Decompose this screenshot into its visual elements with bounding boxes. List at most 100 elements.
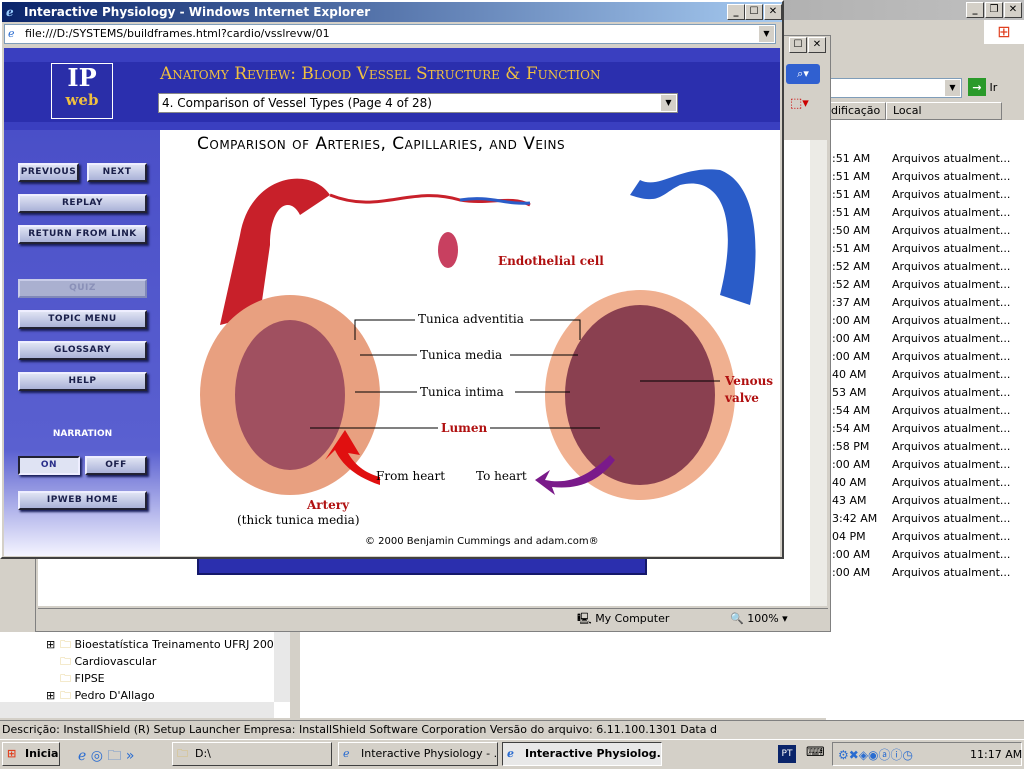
file-row[interactable]: :00 AM Arquivos atualment... bbox=[832, 546, 1010, 564]
file-row[interactable]: :00 AM Arquivos atualment... bbox=[832, 564, 1010, 582]
expand-icon[interactable]: ⊞ bbox=[46, 689, 60, 702]
local-cell: Arquivos atualment... bbox=[892, 422, 1011, 435]
language-indicator[interactable]: PT bbox=[778, 745, 796, 763]
local-cell: Arquivos atualment... bbox=[892, 170, 1011, 183]
address-dropdown-icon[interactable]: ▼ bbox=[759, 26, 774, 42]
explorer-status-bar: Descrição: InstallShield (R) Setup Launc… bbox=[0, 720, 1024, 738]
address-combo[interactable] bbox=[830, 78, 962, 98]
popup-close-button[interactable]: ✕ bbox=[764, 4, 782, 20]
tree-hscrollbar[interactable] bbox=[0, 702, 274, 718]
local-cell: Arquivos atualment... bbox=[892, 548, 1011, 561]
file-row[interactable]: :52 AM Arquivos atualment... bbox=[832, 258, 1010, 276]
zoom-control[interactable]: 🔍 100% ▾ bbox=[730, 610, 810, 628]
file-row[interactable]: :37 AM Arquivos atualment... bbox=[832, 294, 1010, 312]
label-venous: Venous bbox=[725, 374, 774, 388]
file-row[interactable]: :00 AM Arquivos atualment... bbox=[832, 348, 1010, 366]
tree-scrollbar[interactable] bbox=[274, 632, 290, 702]
file-row[interactable]: :50 AM Arquivos atualment... bbox=[832, 222, 1010, 240]
file-row[interactable]: 3:42 AM Arquivos atualment... bbox=[832, 510, 1010, 528]
file-row[interactable]: :52 AM Arquivos atualment... bbox=[832, 276, 1010, 294]
task-ie-1[interactable]: ℯ Interactive Physiology - ... bbox=[338, 742, 498, 766]
file-row[interactable]: :00 AM Arquivos atualment... bbox=[832, 456, 1010, 474]
mid-scrollbar[interactable] bbox=[810, 140, 827, 606]
folder-icon: 🗀 bbox=[60, 672, 71, 685]
quiz-button: QUIZ bbox=[18, 279, 147, 298]
windows-logo-icon: ⊞ bbox=[984, 20, 1024, 44]
file-row[interactable]: :00 AM Arquivos atualment... bbox=[832, 330, 1010, 348]
select-arrow-icon[interactable]: ▼ bbox=[661, 95, 676, 111]
narration-on-button[interactable]: ON bbox=[18, 456, 80, 475]
column-header-local[interactable]: Local bbox=[886, 102, 1002, 120]
close-button[interactable]: ✕ bbox=[1004, 2, 1022, 18]
folder-icon: 🗀 bbox=[60, 689, 71, 702]
topic-menu-button[interactable]: TOPIC MENU bbox=[18, 310, 147, 329]
file-row[interactable]: :58 PM Arquivos atualment... bbox=[832, 438, 1010, 456]
file-row[interactable]: :51 AM Arquivos atualment... bbox=[832, 168, 1010, 186]
column-header-modified[interactable]: dificação bbox=[826, 102, 886, 120]
file-row[interactable]: 40 AM Arquivos atualment... bbox=[832, 474, 1010, 492]
local-cell: Arquivos atualment... bbox=[892, 278, 1011, 291]
glossary-button[interactable]: GLOSSARY bbox=[18, 341, 147, 360]
modified-cell: 04 PM bbox=[832, 530, 866, 543]
keyboard-icon[interactable]: ⌨ bbox=[806, 745, 825, 760]
modified-cell: :51 AM bbox=[832, 242, 871, 255]
local-cell: Arquivos atualment... bbox=[892, 260, 1011, 273]
start-button[interactable]: ⊞ Iniciar bbox=[2, 742, 60, 766]
modified-cell: :51 AM bbox=[832, 170, 871, 183]
return-from-link-button[interactable]: RETURN FROM LINK bbox=[18, 225, 147, 244]
modified-cell: :00 AM bbox=[832, 314, 871, 327]
help-button[interactable]: HELP bbox=[18, 372, 147, 391]
expand-icon[interactable] bbox=[46, 672, 60, 685]
mid-close-button[interactable]: ✕ bbox=[808, 37, 826, 53]
minimize-button[interactable]: _ bbox=[966, 2, 984, 18]
mid-maximize-button[interactable]: ☐ bbox=[789, 37, 807, 53]
file-row[interactable]: 04 PM Arquivos atualment... bbox=[832, 528, 1010, 546]
narration-off-button[interactable]: OFF bbox=[85, 456, 147, 475]
file-row[interactable]: :51 AM Arquivos atualment... bbox=[832, 186, 1010, 204]
expand-icon[interactable]: ⊞ bbox=[46, 638, 60, 651]
file-row[interactable]: :54 AM Arquivos atualment... bbox=[832, 420, 1010, 438]
local-cell: Arquivos atualment... bbox=[892, 368, 1011, 381]
go-arrow-icon: → bbox=[968, 78, 986, 96]
task-ie-2[interactable]: ℯ Interactive Physiolog... bbox=[502, 742, 662, 766]
file-row[interactable]: 43 AM Arquivos atualment... bbox=[832, 492, 1010, 510]
local-cell: Arquivos atualment... bbox=[892, 332, 1011, 345]
popup-maximize-button[interactable]: ☐ bbox=[745, 4, 763, 20]
ie-icon: ℯ bbox=[343, 747, 350, 760]
file-row[interactable]: :00 AM Arquivos atualment... bbox=[832, 312, 1010, 330]
mid-status-bar bbox=[38, 608, 828, 630]
local-cell: Arquivos atualment... bbox=[892, 386, 1011, 399]
modified-cell: 3:42 AM bbox=[832, 512, 878, 525]
restore-button[interactable]: ❐ bbox=[985, 2, 1003, 18]
popup-address-bar[interactable]: ℯ file:///D:/SYSTEMS/buildframes.html?car… bbox=[4, 24, 776, 44]
tray-icons[interactable]: ⚙✖◈◉ⓐⓘ◷ bbox=[838, 746, 913, 763]
modified-cell: :50 AM bbox=[832, 224, 871, 237]
local-cell: Arquivos atualment... bbox=[892, 440, 1011, 453]
file-row[interactable]: :51 AM Arquivos atualment... bbox=[832, 204, 1010, 222]
popup-minimize-button[interactable]: _ bbox=[727, 4, 745, 20]
ipweb-home-button[interactable]: IPWEB HOME bbox=[18, 491, 147, 510]
file-row[interactable]: 40 AM Arquivos atualment... bbox=[832, 366, 1010, 384]
my-computer-zone: 🖳 My Computer bbox=[577, 612, 670, 625]
modified-cell: :58 PM bbox=[832, 440, 870, 453]
expand-icon[interactable] bbox=[46, 655, 60, 668]
page-select[interactable]: 4. Comparison of Vessel Types (Page 4 of… bbox=[158, 93, 678, 113]
quick-launch[interactable]: ℯ ◎ 🗀 » bbox=[78, 745, 134, 769]
previous-button[interactable]: PREVIOUS bbox=[18, 163, 79, 182]
search-button[interactable]: ⌕▾ bbox=[786, 64, 820, 84]
pdf-icon[interactable]: ⬚▾ bbox=[790, 96, 820, 114]
local-cell: Arquivos atualment... bbox=[892, 512, 1011, 525]
file-row[interactable]: 53 AM Arquivos atualment... bbox=[832, 384, 1010, 402]
next-button[interactable]: NEXT bbox=[87, 163, 147, 182]
task-explorer[interactable]: 🗀 D:\ bbox=[172, 742, 332, 766]
file-row[interactable]: :54 AM Arquivos atualment... bbox=[832, 402, 1010, 420]
file-row[interactable]: :51 AM Arquivos atualment... bbox=[832, 150, 1010, 168]
ie-icon: ℯ bbox=[6, 5, 14, 19]
replay-button[interactable]: REPLAY bbox=[18, 194, 147, 213]
narration-label: NARRATION bbox=[52, 429, 113, 439]
go-button[interactable]: → Ir bbox=[968, 78, 1018, 98]
dropdown-arrow-icon[interactable]: ▼ bbox=[945, 80, 960, 96]
modified-cell: :37 AM bbox=[832, 296, 871, 309]
capillary-tube bbox=[438, 232, 458, 268]
file-row[interactable]: :51 AM Arquivos atualment... bbox=[832, 240, 1010, 258]
